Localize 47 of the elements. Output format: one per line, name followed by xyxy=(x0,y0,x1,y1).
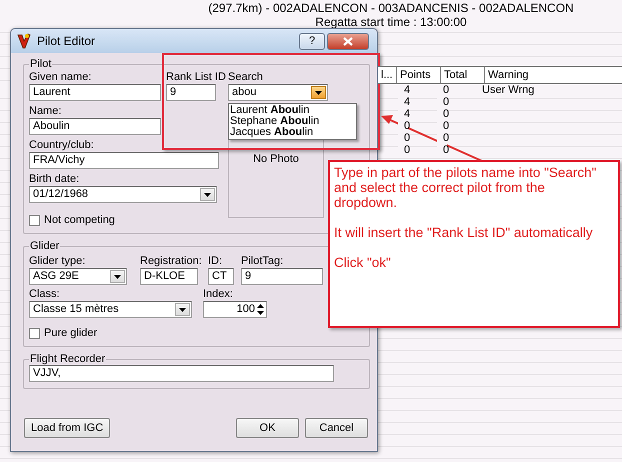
window-title: Pilot Editor xyxy=(37,34,96,48)
column-header[interactable]: Points xyxy=(397,67,441,83)
input-field[interactable]: D-KLOE xyxy=(140,268,198,285)
column-header[interactable]: Total xyxy=(441,67,485,83)
load-from-igc-button[interactable]: Load from IGC xyxy=(24,418,110,438)
dropdown-option[interactable]: Stephane Aboulin xyxy=(229,116,356,127)
no-photo-text: No Photo xyxy=(253,153,299,165)
input-field[interactable]: Laurent xyxy=(29,84,161,101)
route-text: (297.7km) - 002ADALENCON - 003ADANCENIS - 002ADALENCON xyxy=(208,1,574,15)
class-dropdown[interactable]: Classe 15 mètres xyxy=(29,301,192,318)
field-label: ID: xyxy=(208,255,224,268)
input-field[interactable]: Aboulin xyxy=(29,118,161,135)
group-label: Glider xyxy=(29,240,60,252)
ok-button[interactable]: OK xyxy=(236,418,299,438)
input-field[interactable]: CT xyxy=(208,268,234,285)
input-field[interactable]: VJJV, xyxy=(29,365,334,382)
field-label: Birth date: xyxy=(29,173,80,186)
dropdown-option[interactable]: Jacques Aboulin xyxy=(229,127,356,138)
field-label: Registration: xyxy=(140,255,203,268)
cancel-button[interactable]: Cancel xyxy=(305,418,368,438)
field-label: Search xyxy=(228,71,264,84)
group-label: Flight Recorder xyxy=(29,353,106,365)
callout-text: Type in part of the pilots name into "Search" and select the correct pilot from the dropdown. xyxy=(334,165,598,210)
glider-type-dropdown[interactable]: ASG 29E xyxy=(29,268,127,285)
start-time-text: Regatta start time : 13:00:00 xyxy=(315,15,467,29)
not-competing-checkbox[interactable]: Not competing xyxy=(29,213,228,227)
field-label: Name: xyxy=(29,105,62,118)
callout-text: Click "ok" xyxy=(334,255,392,270)
field-label: Country/club: xyxy=(29,139,95,152)
input-field[interactable]: 9 xyxy=(241,268,323,285)
callout-text: It will insert the "Rank List ID" automatically xyxy=(334,225,594,240)
date-dropdown[interactable]: 01/12/1968 xyxy=(29,186,217,203)
field-label: Given name: xyxy=(29,71,92,84)
field-label: Class: xyxy=(29,288,61,301)
input-field[interactable]: FRA/Vichy xyxy=(29,152,219,169)
search-combobox[interactable]: abou xyxy=(228,84,328,101)
pure-glider-checkbox[interactable]: Pure glider xyxy=(29,326,364,340)
field-label: Index: xyxy=(203,288,234,301)
group-label: Pilot xyxy=(29,58,52,70)
field-label: Glider type: xyxy=(29,255,86,268)
dropdown-option[interactable]: Laurent Aboulin xyxy=(229,105,356,116)
column-header[interactable]: Warning xyxy=(485,67,611,83)
field-label: Rank List ID xyxy=(166,71,227,84)
index-spinner[interactable]: 100 xyxy=(203,301,267,318)
field-label: PilotTag: xyxy=(241,255,284,268)
input-field[interactable]: 9 xyxy=(166,84,216,101)
help-button[interactable]: ? xyxy=(299,32,325,50)
